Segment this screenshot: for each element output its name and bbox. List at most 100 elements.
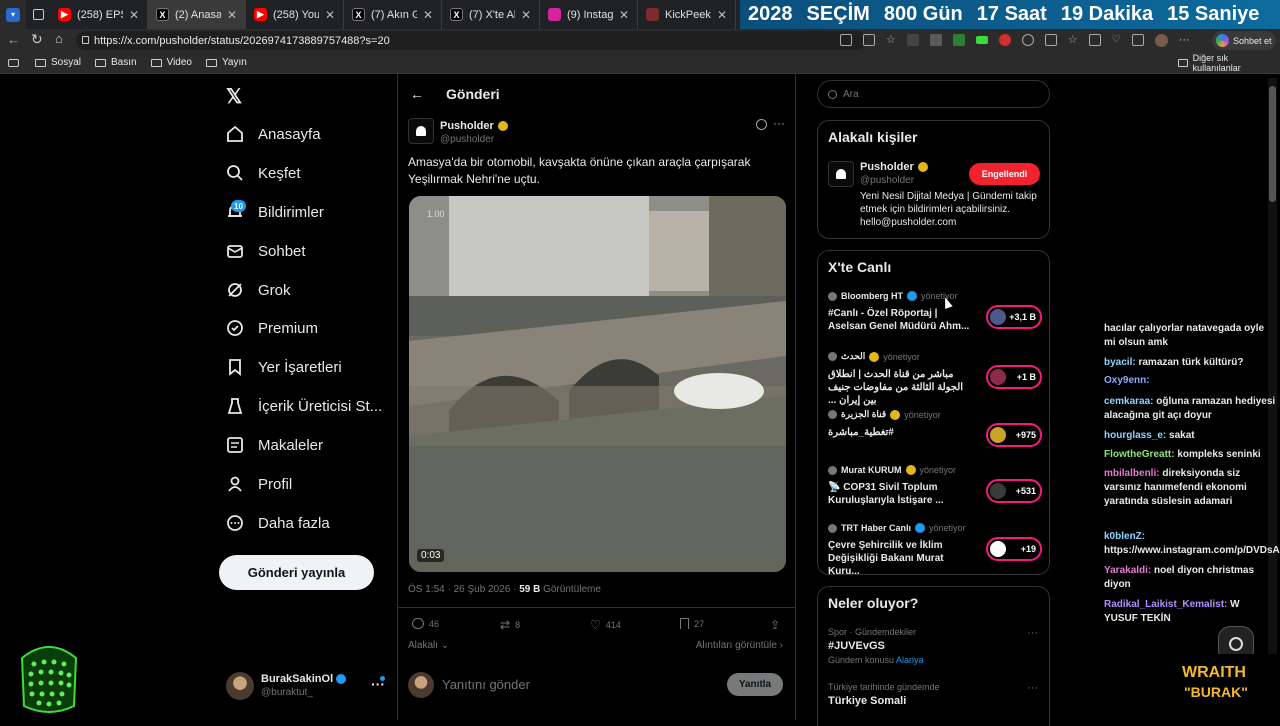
account-handle: @buraktut_ — [261, 687, 313, 698]
account-switcher[interactable]: BurakSakinOl @buraktut_ ··· — [226, 670, 386, 704]
nav-item-profile[interactable]: Profil — [226, 469, 292, 499]
other-bookmarks[interactable]: Diğer sık kullanılanlar — [1178, 53, 1266, 73]
grok-icon[interactable] — [756, 119, 767, 130]
trend-item[interactable]: Spor · Gündemdekiler #JUVEvGS Gündem konus… — [828, 627, 1042, 665]
close-icon[interactable]: ✕ — [521, 8, 531, 22]
bookmark-folder[interactable]: Yayın — [206, 57, 247, 68]
nav-item-grok[interactable]: Grok — [226, 275, 291, 305]
back-icon[interactable]: ← — [7, 32, 20, 47]
extension-2-icon[interactable] — [929, 34, 942, 46]
listener-count-pill[interactable]: +531 — [986, 479, 1042, 503]
extension-1-icon[interactable] — [906, 34, 919, 46]
video-player[interactable]: 1.00 0:03 — [409, 196, 786, 572]
url-field[interactable]: https://x.com/pusholder/status/202697417… — [76, 31, 866, 50]
related-avatar[interactable] — [828, 161, 854, 187]
live-item[interactable]: TRT Haber Canlı yönetiyor Çevre Şehircilik… — [828, 523, 1042, 578]
favorites-icon[interactable]: ☆ — [1068, 34, 1078, 47]
collections-icon[interactable] — [1088, 34, 1101, 46]
listener-count-pill[interactable]: +19 — [986, 537, 1042, 561]
live-item[interactable]: قناة الجزيرة yönetiyor #تغطية_مباشرة +975 — [828, 409, 1042, 447]
share-icon[interactable]: ⇪ — [770, 618, 780, 632]
home-icon[interactable]: ⌂ — [55, 31, 63, 46]
refresh-icon[interactable]: ↻ — [31, 31, 43, 48]
bell-logo-icon — [836, 169, 846, 179]
author-name[interactable]: Pusholder — [440, 120, 494, 132]
extension-5-icon[interactable] — [998, 34, 1011, 46]
scrollbar-thumb[interactable] — [1269, 86, 1276, 202]
workspaces-button[interactable] — [26, 0, 50, 29]
live-item[interactable]: Murat KURUM yönetiyor 📡 COP31 Sivil Toplum… — [828, 465, 1042, 507]
nav-item-bookmark[interactable]: Yer İşaretleri — [226, 352, 342, 382]
reply-button[interactable]: 46 — [412, 618, 439, 629]
nav-item-premium[interactable]: Premium — [226, 313, 318, 343]
source-avatar — [828, 410, 837, 419]
nav-item-home[interactable]: Anasayfa — [226, 119, 321, 149]
browser-tab[interactable]: ▶ (258) YouTube ✕ — [246, 0, 344, 29]
reader-icon[interactable] — [840, 34, 852, 46]
bookmark-button[interactable]: 27 — [680, 618, 704, 629]
trend-link[interactable]: Alanya — [896, 655, 924, 665]
close-icon[interactable]: ✕ — [129, 8, 139, 22]
live-item[interactable]: Bloomberg HT yönetiyor #Canlı - Özel Röpor… — [828, 291, 1042, 333]
menu-dots-icon[interactable]: ··· — [1179, 34, 1190, 47]
verified-icon — [869, 351, 880, 362]
profile-avatar-icon[interactable] — [1154, 34, 1168, 47]
star-icon[interactable]: ☆ — [886, 34, 896, 47]
like-button[interactable]: ♡ 414 — [590, 618, 621, 632]
related-dropdown[interactable]: Alakalı ⌄ — [408, 640, 449, 651]
post-more-icon[interactable]: ··· — [773, 116, 785, 130]
close-icon[interactable]: ✕ — [227, 8, 237, 22]
browser-tab[interactable]: (9) Instagram ✕ — [540, 0, 638, 29]
translate-icon[interactable] — [863, 34, 875, 46]
extension-6-icon[interactable] — [1021, 34, 1034, 46]
repost-button[interactable]: ⇄ 8 — [500, 618, 520, 632]
extension-4-icon[interactable] — [975, 36, 988, 44]
extension-3-icon[interactable] — [952, 34, 965, 46]
close-icon[interactable]: ✕ — [717, 8, 727, 22]
listener-count-pill[interactable]: +1 B — [986, 365, 1042, 389]
bookmark-folder[interactable]: Video — [150, 57, 192, 68]
health-icon[interactable]: ♡ — [1112, 34, 1121, 47]
nav-item-article[interactable]: Makaleler — [226, 430, 323, 460]
close-icon[interactable]: ✕ — [325, 8, 335, 22]
listener-count-pill[interactable]: +975 — [986, 423, 1042, 447]
browser-tab[interactable]: KickPeek - Real-ti ✕ — [638, 0, 736, 29]
browser-tab[interactable]: X (7) Akın Gürlek (✕ — [344, 0, 442, 29]
live-item[interactable]: الحدث yönetiyor مباشر من قناة الحدث | انطل… — [828, 351, 1042, 407]
bookmark-folder[interactable]: Sosyal — [35, 57, 81, 68]
tab-list-button[interactable]: ▾ — [0, 0, 26, 29]
reply-input[interactable]: Yanıtını gönder — [442, 677, 530, 692]
author-avatar[interactable] — [408, 118, 434, 144]
browser-tab[interactable]: X (2) Anasayfa / X ✕ — [148, 0, 246, 29]
view-quotes-link[interactable]: Alıntıları görüntüle › — [696, 640, 783, 651]
related-name[interactable]: Pusholder — [860, 161, 914, 173]
close-icon[interactable]: ✕ — [423, 8, 433, 22]
bookmark-folder[interactable]: Basın — [95, 57, 137, 68]
trend-more-icon[interactable]: ··· — [1027, 627, 1038, 639]
blocked-button[interactable]: Engellendi — [969, 163, 1040, 185]
copilot-chat-button[interactable]: Sohbet et — [1212, 31, 1276, 50]
post-button[interactable]: Gönderi yayınla — [219, 555, 374, 590]
browser-tab[interactable]: X (7) X'te Akın Gürl ✕ — [442, 0, 540, 29]
trend-more-icon[interactable]: ··· — [1027, 682, 1038, 694]
live-title-text: مباشر من قناة الحدث | انطلاق الجولة الثا… — [828, 369, 964, 406]
search-box[interactable]: Ara — [817, 80, 1050, 108]
nav-item-search[interactable]: Keşfet — [226, 158, 301, 188]
reply-button-submit[interactable]: Yanıtla — [727, 673, 783, 696]
close-icon[interactable]: ✕ — [619, 8, 629, 22]
nav-item-creator[interactable]: İçerik Üreticisi St... — [226, 391, 382, 421]
trend-item[interactable]: Türkiye tarihinde gündemde Türkiye Somali… — [828, 682, 1042, 710]
sidebar-toggle-icon[interactable] — [8, 58, 19, 67]
nav-item-more[interactable]: Daha fazla — [226, 508, 330, 538]
page-title: Gönderi — [446, 86, 500, 102]
x-logo[interactable]: 𝕏 — [226, 84, 242, 109]
listener-count-pill[interactable]: +3,1 B — [986, 305, 1042, 329]
grok-icon — [226, 281, 244, 299]
nav-item-mail[interactable]: Sohbet — [226, 236, 306, 266]
author-handle[interactable]: @pusholder — [440, 134, 494, 145]
back-button[interactable]: ← — [410, 86, 424, 102]
trend-meta: Spor · Gündemdekiler — [828, 627, 917, 637]
screenshot-icon[interactable] — [1131, 34, 1144, 46]
split-screen-icon[interactable] — [1044, 34, 1057, 46]
browser-tab[interactable]: ▶ (258) EPSTEİN'İN ✕ — [50, 0, 148, 29]
